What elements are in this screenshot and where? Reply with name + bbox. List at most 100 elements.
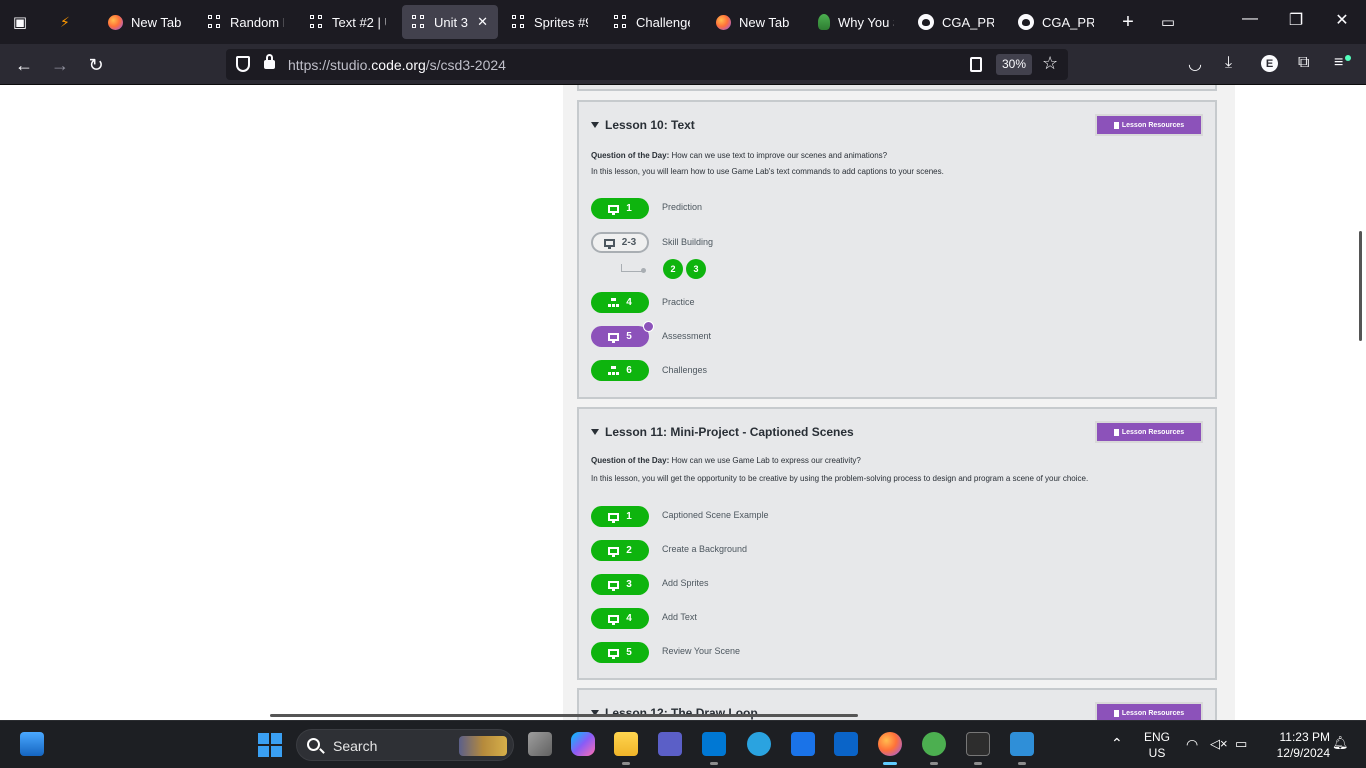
tab-challenges[interactable]: Challenges [604,5,700,39]
collapse-caret-icon[interactable] [591,429,599,435]
tab-new-tab-1[interactable]: New Tab [98,5,192,39]
tab-why-you[interactable]: Why You S [808,5,904,39]
previous-lesson-card [577,85,1217,91]
level-bubble-5[interactable]: 5 [591,321,654,347]
vertical-scrollbar[interactable] [1359,231,1362,341]
notifications-bell-icon[interactable]: 🔔︎ [1332,735,1349,751]
level-bubble-2-3[interactable]: 2-3 [591,232,649,253]
telegram-icon[interactable] [747,732,771,756]
notepad-icon[interactable] [1010,732,1034,756]
search-icon [307,738,320,751]
tab-label: New Tab [739,14,790,30]
active-indicator [883,762,897,765]
clock[interactable]: 11:23 PM 12/9/2024 [1262,729,1330,761]
show-hidden-icons-chevron-icon[interactable]: ⌃ [1111,735,1123,751]
task-view-icon[interactable] [528,732,552,756]
lesson-title[interactable]: Lesson 10: Text [591,118,695,132]
activity-label[interactable]: Assessment [662,331,711,341]
tab-new-tab-2[interactable]: New Tab [706,5,802,39]
monitor-icon [603,238,615,249]
level-bubble-3[interactable]: 3 [591,574,649,595]
url-bar[interactable]: https://studio.code.org/s/csd3-2024 30% … [226,49,1068,80]
level-bubble-2[interactable]: 2 [591,540,649,561]
extensions-icon[interactable]: ⧉ [1298,54,1309,72]
monitor-icon [608,648,620,659]
new-tab-plus-icon[interactable]: + [1114,8,1142,36]
lesson-resources-button[interactable]: Lesson Resources [1095,421,1203,443]
level-bubble-6[interactable]: 6 [591,360,649,381]
activity-label[interactable]: Captioned Scene Example [662,510,769,520]
taskbar-search-input[interactable]: Search [296,729,514,761]
battery-icon[interactable]: ▭ [1235,736,1247,752]
tab-manager-icon[interactable]: ▣ [6,8,34,36]
menu-hamburger-icon[interactable]: ≡ [1334,54,1343,72]
tab-sprites-9[interactable]: Sprites #9 | [502,5,598,39]
firefox-icon[interactable] [878,732,902,756]
wifi-icon[interactable]: ◠ [1186,736,1198,752]
downloads-icon[interactable]: ⤓ [1225,54,1232,72]
activity-label[interactable]: Add Sprites [662,578,709,588]
file-explorer-icon[interactable] [614,732,638,756]
back-arrow-icon[interactable]: ← [10,51,38,79]
sublevel-bubble-3[interactable]: 3 [686,259,706,279]
activity-label[interactable]: Create a Background [662,544,747,554]
start-windows-icon[interactable] [258,733,282,757]
outlook-icon[interactable] [834,732,858,756]
collapse-caret-icon[interactable] [591,122,599,128]
account-avatar[interactable]: E [1261,55,1278,72]
list-all-tabs-icon[interactable]: ▭ [1154,8,1182,36]
utorrent-icon[interactable] [922,732,946,756]
activity-label[interactable]: Prediction [662,202,702,212]
url-text[interactable]: https://studio.code.org/s/csd3-2024 [288,57,506,73]
activity-label[interactable]: Review Your Scene [662,646,740,656]
file-app-icon[interactable] [20,732,44,756]
lesson-description: In this lesson, you will get the opportu… [591,474,1089,483]
windows-taskbar: Search ⌃ ENG US ◠ ◁× ▭ 11:23 PM 12/9/2024 … [0,720,1366,768]
tab-cga-proj-1[interactable]: CGA_PROJ [908,5,1004,39]
zoom-level-button[interactable]: 30% [996,54,1033,75]
lesson-title[interactable]: Lesson 12: The Draw Loop [591,706,758,720]
reader-view-icon[interactable] [970,57,982,72]
lesson-title[interactable]: Lesson 11: Mini-Project - Captioned Scen… [591,425,854,439]
close-window-icon[interactable]: ✕ [1330,10,1354,30]
restore-icon[interactable]: ❐ [1284,10,1308,30]
tab-text-2[interactable]: Text #2 | U [300,5,396,39]
level-bubble-4[interactable]: 4 [591,292,649,313]
level-bubble-1[interactable]: 1 [591,506,649,527]
forward-arrow-icon[interactable]: → [46,51,74,79]
vscode-icon[interactable] [702,732,726,756]
github-icon [1018,14,1034,30]
teams-icon[interactable] [658,732,682,756]
lesson-resources-button[interactable]: Lesson Resources [1095,114,1203,136]
tab-amazon[interactable]: ⚡ [50,5,86,39]
terminal-icon[interactable] [966,732,990,756]
level-bubble-4[interactable]: 4 [591,608,649,629]
close-tab-icon[interactable]: ✕ [477,14,488,30]
activity-label[interactable]: Add Text [662,612,697,622]
pocket-icon[interactable]: ◡ [1188,54,1202,74]
mail-icon[interactable] [791,732,815,756]
horizontal-scrollbar[interactable] [270,714,858,717]
running-indicator [1018,762,1026,765]
copilot-icon[interactable] [571,732,595,756]
tab-unit-3[interactable]: Unit 3 - | ✕ [402,5,498,39]
volume-muted-icon[interactable]: ◁× [1210,736,1228,752]
language-indicator[interactable]: ENG US [1140,729,1174,761]
activity-label[interactable]: Challenges [662,365,707,375]
bookmark-star-icon[interactable]: ☆ [1042,53,1058,74]
level-bubble-1[interactable]: 1 [591,198,649,219]
tab-label: Text #2 | U [332,14,386,30]
reload-icon[interactable]: ↻ [82,51,110,79]
minimize-icon[interactable]: — [1238,10,1262,28]
tab-label: Why You S [838,14,894,30]
lock-icon[interactable] [264,54,275,69]
activity-label[interactable]: Practice [662,297,695,307]
lesson-resources-button[interactable]: Lesson Resources [1095,702,1203,720]
level-bubble-5[interactable]: 5 [591,642,649,663]
lesson-description: In this lesson, you will learn how to us… [591,167,944,176]
activity-label[interactable]: Skill Building [662,237,713,247]
tab-cga-proj-2[interactable]: CGA_PROJ [1008,5,1104,39]
sublevel-bubble-2[interactable]: 2 [663,259,683,279]
tracking-shield-icon[interactable] [236,56,250,72]
tab-random[interactable]: Random N [198,5,294,39]
